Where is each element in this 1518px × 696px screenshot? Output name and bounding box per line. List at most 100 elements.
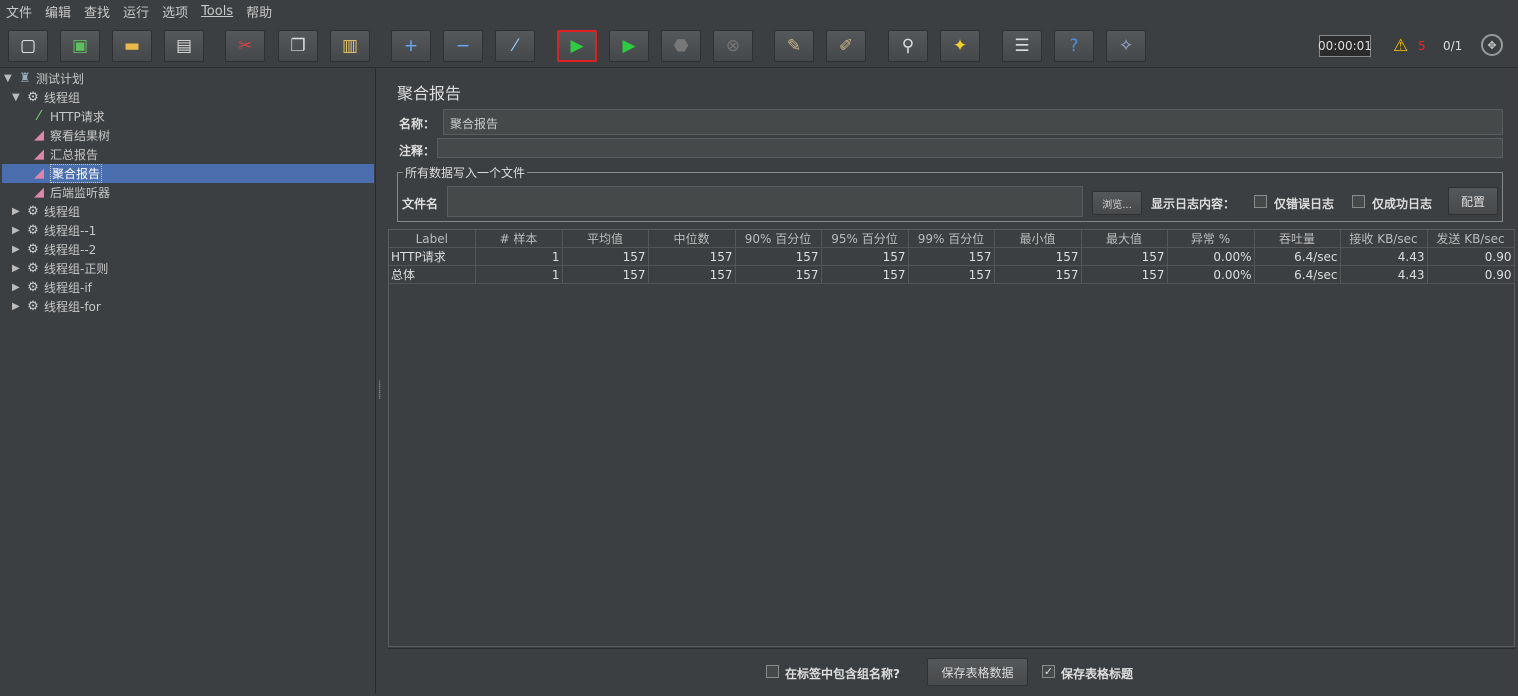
- table-cell: 157: [994, 247, 1082, 266]
- table-cell: 157: [908, 247, 995, 266]
- column-header[interactable]: 中位数: [648, 230, 736, 248]
- menu-run[interactable]: 运行: [123, 2, 149, 21]
- collapse-toggle-icon[interactable]: ▼: [12, 92, 24, 103]
- start-icon: ▶: [570, 35, 584, 56]
- tree-item-thread-group[interactable]: ▶ ⚙ 线程组--2: [12, 240, 374, 259]
- column-header[interactable]: 发送 KB/sec: [1427, 230, 1515, 248]
- expand-toggle-icon[interactable]: ▶: [12, 263, 24, 274]
- clear-button[interactable]: ✎: [774, 30, 814, 62]
- menu-options[interactable]: 选项: [162, 2, 188, 21]
- templates-icon: ▣: [71, 35, 89, 56]
- save-icon: ▤: [175, 35, 193, 56]
- column-header[interactable]: 吞吐量: [1254, 230, 1341, 248]
- copy-button[interactable]: ❐: [278, 30, 318, 62]
- tree-item-thread-group[interactable]: ▶ ⚙ 线程组-if: [12, 278, 374, 297]
- start-button[interactable]: ▶: [557, 30, 597, 62]
- cut-button[interactable]: ✂: [225, 30, 265, 62]
- tree-item-view-results-tree[interactable]: ◢ 察看结果树: [30, 126, 374, 145]
- tree-item-thread-group[interactable]: ▶ ⚙ 线程组-正则: [12, 259, 374, 278]
- cut-icon: ✂: [237, 35, 253, 56]
- include-group-checkbox[interactable]: [766, 665, 779, 678]
- name-field[interactable]: 聚合报告: [443, 109, 1503, 135]
- tree-item-http-request[interactable]: ⁄ HTTP请求: [30, 107, 374, 126]
- gear-icon: ⚙: [27, 204, 39, 219]
- clear-all-icon: ✐: [838, 35, 854, 56]
- remote-button[interactable]: ✧: [1106, 30, 1146, 62]
- tree-item-thread-group[interactable]: ▶ ⚙ 线程组--1: [12, 221, 374, 240]
- menu-search[interactable]: 查找: [84, 2, 110, 21]
- table-row[interactable]: 总体 1 157 157 157 157 157 157 157 0.00% 6…: [389, 265, 1515, 284]
- expand-button[interactable]: +: [391, 30, 431, 62]
- tree-item-thread-group[interactable]: ▶ ⚙ 线程组-for: [12, 297, 374, 316]
- expand-toggle-icon[interactable]: ▶: [12, 225, 24, 236]
- toggle-button[interactable]: ⁄: [495, 30, 535, 62]
- success-only-checkbox[interactable]: [1352, 195, 1365, 208]
- active-threads: 0/1: [1443, 39, 1463, 53]
- menu-help[interactable]: 帮助: [246, 2, 272, 21]
- reset-search-button[interactable]: ✦: [940, 30, 980, 62]
- errors-only-checkbox[interactable]: [1254, 195, 1267, 208]
- chart-icon: ◢: [34, 128, 44, 143]
- tree-item-test-plan[interactable]: ▼ ♜ 测试计划: [4, 69, 374, 88]
- save-table-data-button[interactable]: 保存表格数据: [927, 658, 1028, 686]
- templates-button[interactable]: ▣: [60, 30, 100, 62]
- tree-item-thread-group[interactable]: ▼ ⚙ 线程组: [12, 88, 374, 107]
- clear-all-button[interactable]: ✐: [826, 30, 866, 62]
- menu-tools[interactable]: Tools: [201, 4, 233, 19]
- expand-toggle-icon[interactable]: ▶: [12, 301, 24, 312]
- tree-item-thread-group[interactable]: ▶ ⚙ 线程组: [12, 202, 374, 221]
- function-helper-button[interactable]: ☰: [1002, 30, 1042, 62]
- collapse-icon: −: [455, 35, 471, 56]
- column-header[interactable]: 平均值: [562, 230, 649, 248]
- stop-icon: ⬣: [673, 35, 689, 56]
- gear-icon: ⚙: [27, 280, 39, 295]
- configure-button[interactable]: 配置: [1448, 187, 1498, 215]
- browse-button[interactable]: 浏览...: [1092, 191, 1142, 215]
- collapse-toggle-icon[interactable]: ▼: [4, 73, 16, 84]
- column-header[interactable]: 异常 %: [1167, 230, 1255, 248]
- stop-button[interactable]: ⬣: [661, 30, 701, 62]
- expand-toggle-icon[interactable]: ▶: [12, 206, 24, 217]
- remote-status-icon[interactable]: ✥: [1481, 34, 1503, 56]
- tree-item-aggregate-report[interactable]: ◢ 聚合报告: [2, 164, 374, 183]
- filename-label: 文件名: [402, 197, 439, 211]
- gear-icon: ⚙: [27, 242, 39, 257]
- remote-icon: ✧: [1118, 35, 1134, 56]
- test-plan-icon: ♜: [19, 71, 31, 86]
- tree-item-backend-listener[interactable]: ◢ 后端监听器: [30, 183, 374, 202]
- filename-input[interactable]: [447, 186, 1083, 217]
- column-header[interactable]: 接收 KB/sec: [1340, 230, 1428, 248]
- help-button[interactable]: ?: [1054, 30, 1094, 62]
- save-table-header-label: 保存表格标题: [1061, 667, 1134, 681]
- start-no-pause-button[interactable]: ▶: [609, 30, 649, 62]
- expand-toggle-icon[interactable]: ▶: [12, 244, 24, 255]
- warning-icon[interactable]: ⚠: [1393, 36, 1408, 56]
- paste-button[interactable]: ▥: [330, 30, 370, 62]
- search-button[interactable]: ⚲: [888, 30, 928, 62]
- menu-file[interactable]: 文件: [6, 2, 32, 21]
- column-header[interactable]: 95% 百分位: [821, 230, 909, 248]
- divider-grip-icon[interactable]: ⁞ ⁞ ⁞: [378, 380, 381, 402]
- table-row[interactable]: HTTP请求 1 157 157 157 157 157 157 157 0.0…: [389, 247, 1515, 266]
- column-header[interactable]: 99% 百分位: [908, 230, 995, 248]
- column-header[interactable]: Label: [389, 230, 476, 248]
- open-button[interactable]: ▬: [112, 30, 152, 62]
- new-button[interactable]: ▢: [8, 30, 48, 62]
- errors-only-label: 仅错误日志: [1274, 197, 1335, 211]
- table-cell: 1: [475, 265, 563, 284]
- save-table-header-checkbox[interactable]: ✓: [1042, 665, 1055, 678]
- column-header[interactable]: 90% 百分位: [735, 230, 822, 248]
- menu-edit[interactable]: 编辑: [45, 2, 71, 21]
- shutdown-button[interactable]: ⊗: [713, 30, 753, 62]
- include-group-label: 在标签中包含组名称?: [785, 667, 900, 681]
- reset-search-icon: ✦: [952, 35, 968, 56]
- collapse-button[interactable]: −: [443, 30, 483, 62]
- comment-field[interactable]: [437, 138, 1503, 158]
- tree-item-summary-report[interactable]: ◢ 汇总报告: [30, 145, 374, 164]
- column-header[interactable]: # 样本: [475, 230, 563, 248]
- save-button[interactable]: ▤: [164, 30, 204, 62]
- table-cell: 157: [735, 247, 822, 266]
- column-header[interactable]: 最小值: [994, 230, 1082, 248]
- expand-toggle-icon[interactable]: ▶: [12, 282, 24, 293]
- column-header[interactable]: 最大值: [1081, 230, 1168, 248]
